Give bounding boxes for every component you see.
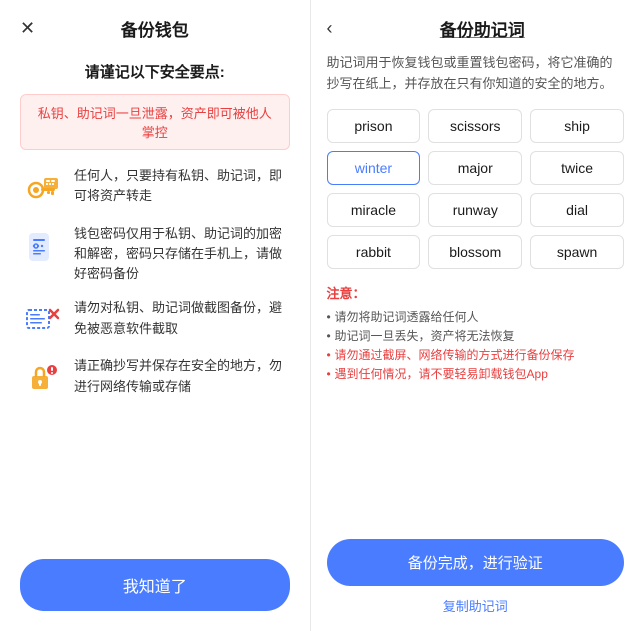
red-banner: 私钥、助记词一旦泄露，资产即可被他人掌控 (20, 94, 290, 150)
tip-item-3: 请勿对私钥、助记词做截图备份，避免被恶意软件截取 (20, 298, 290, 342)
tip-text-1: 任何人，只要持有私钥、助记词，即可将资产转走 (74, 166, 290, 206)
word-cell-5: major (428, 151, 522, 185)
tip-icon-4 (20, 356, 64, 400)
backup-button[interactable]: 备份完成，进行验证 (327, 539, 624, 586)
close-icon[interactable]: ✕ (20, 18, 35, 39)
word-cell-9: dial (530, 193, 624, 227)
notice-item-3: 请勿通过截屏、网络传输的方式进行备份保存 (327, 346, 624, 365)
word-cell-4: winter (327, 151, 421, 185)
tip-item-1: 任何人，只要持有私钥、助记词，即可将资产转走 (20, 166, 290, 210)
right-header: ‹ 备份助记词 (327, 0, 624, 53)
tip-icon-2 (20, 224, 64, 268)
tip-item-4: 请正确抄写并保存在安全的地方，勿进行网络传输或存储 (20, 356, 290, 400)
tip-text-2: 钱包密码仅用于私钥、助记词的加密和解密，密码只存储在手机上，请做好密码备份 (74, 224, 290, 284)
notice-item-2: 助记词一旦丢失，资产将无法恢复 (327, 327, 624, 346)
tip-text-4: 请正确抄写并保存在安全的地方，勿进行网络传输或存储 (74, 356, 290, 396)
notice-title: 注意： (327, 283, 624, 302)
word-cell-8: runway (428, 193, 522, 227)
warning-title: 请谨记以下安全要点: (20, 61, 290, 82)
back-icon[interactable]: ‹ (327, 18, 333, 39)
tip-icon-3 (20, 298, 64, 342)
notice-item-4: 遇到任何情况，请不要轻易卸载钱包App (327, 365, 624, 384)
word-cell-12: spawn (530, 235, 624, 269)
word-cell-3: ship (530, 109, 624, 143)
left-title: 备份钱包 (121, 16, 189, 41)
know-button[interactable]: 我知道了 (20, 559, 290, 611)
right-panel: ‹ 备份助记词 助记词用于恢复钱包或重置钱包密码，将它准确的抄写在纸上，并存放在… (311, 0, 640, 631)
tip-item-2: 钱包密码仅用于私钥、助记词的加密和解密，密码只存储在手机上，请做好密码备份 (20, 224, 290, 284)
tip-text-3: 请勿对私钥、助记词做截图备份，避免被恶意软件截取 (74, 298, 290, 338)
word-cell-7: miracle (327, 193, 421, 227)
copy-button[interactable]: 复制助记词 (327, 596, 624, 615)
notice-item-1: 请勿将助记词透露给任何人 (327, 308, 624, 327)
tip-icon-1 (20, 166, 64, 210)
left-panel: ✕ 备份钱包 请谨记以下安全要点: 私钥、助记词一旦泄露，资产即可被他人掌控 (0, 0, 310, 631)
desc-text: 助记词用于恢复钱包或重置钱包密码，将它准确的抄写在纸上，并存放在只有你知道的安全… (327, 53, 624, 95)
left-header: ✕ 备份钱包 (20, 0, 290, 53)
word-cell-10: rabbit (327, 235, 421, 269)
word-cell-2: scissors (428, 109, 522, 143)
word-cell-6: twice (530, 151, 624, 185)
right-title: 备份助记词 (341, 16, 624, 41)
words-grid: prisonscissorsship wintermajortwice miracl… (327, 109, 624, 269)
word-cell-1: prison (327, 109, 421, 143)
word-cell-11: blossom (428, 235, 522, 269)
notice-section: 注意： 请勿将助记词透露给任何人助记词一旦丢失，资产将无法恢复请勿通过截屏、网络… (327, 283, 624, 385)
